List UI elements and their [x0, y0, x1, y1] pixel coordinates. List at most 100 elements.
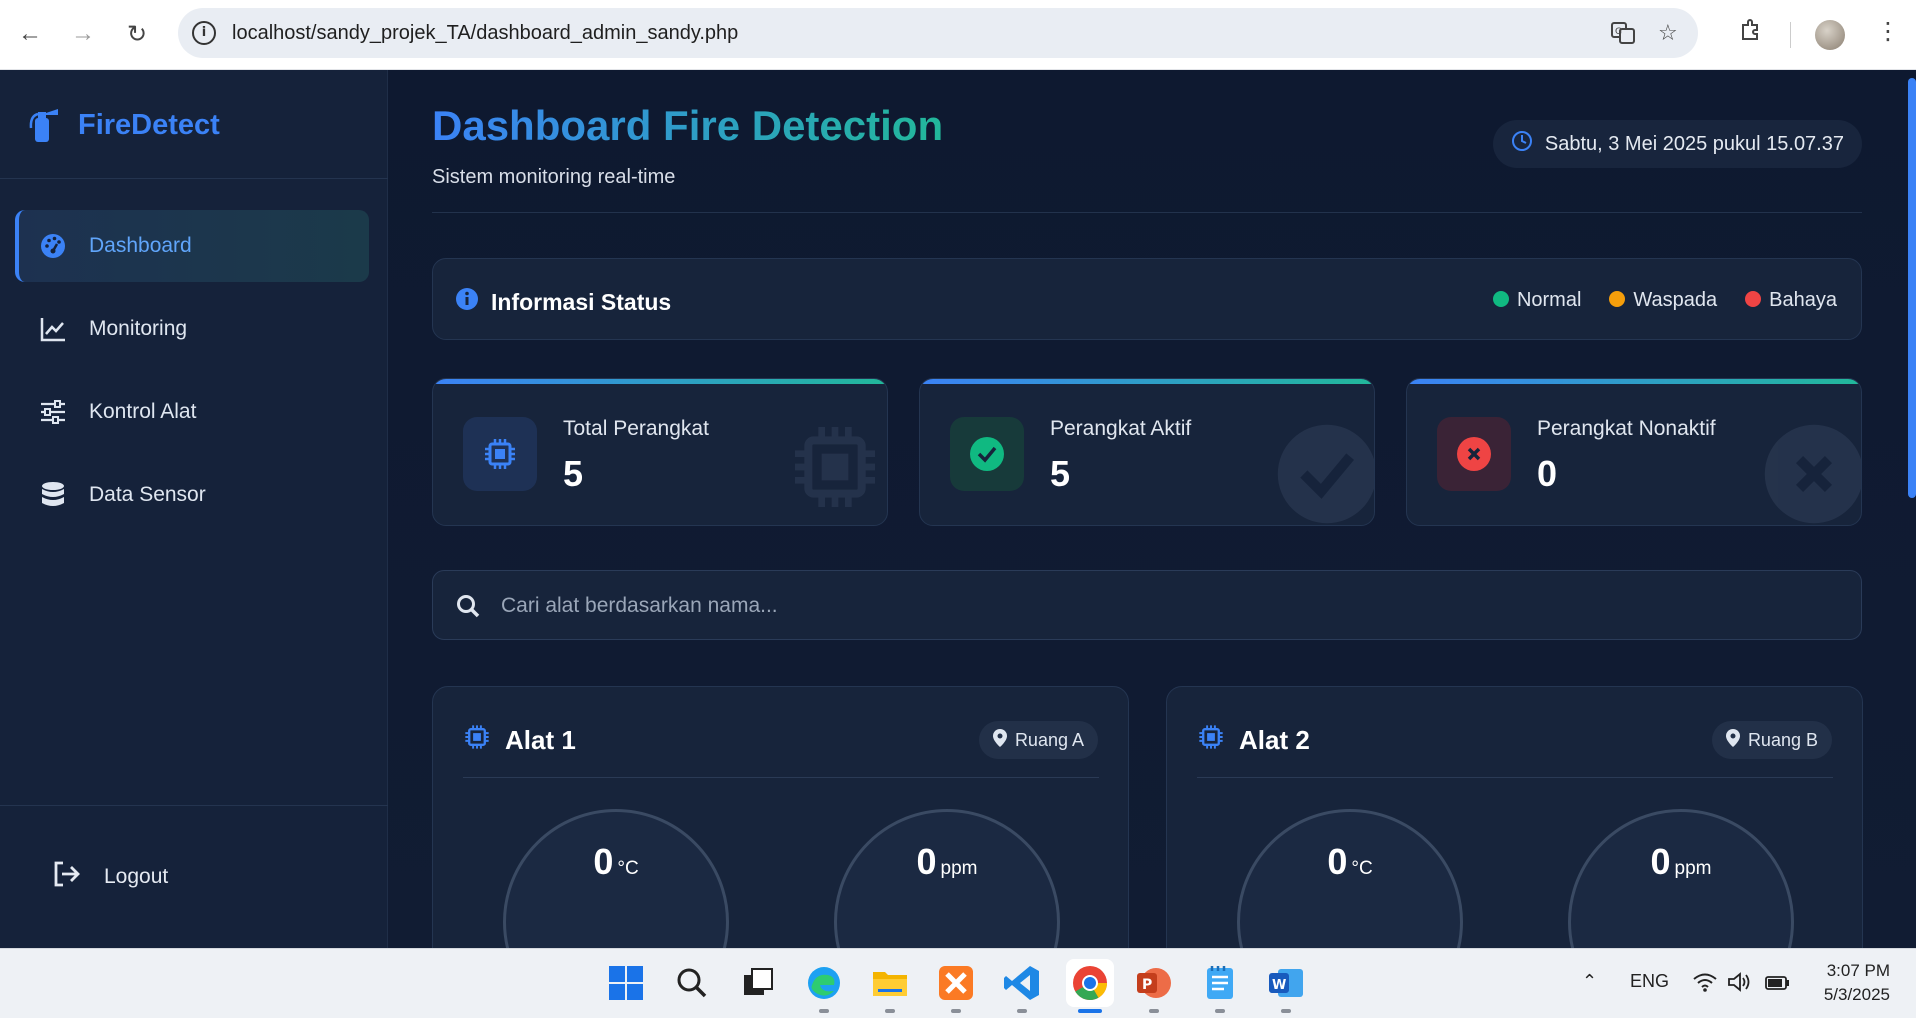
temperature-value: 0 °C [593, 841, 639, 882]
stat-value: 0 [1537, 453, 1558, 494]
address-bar[interactable]: i localhost/sandy_projek_TA/dashboard_ad… [178, 8, 1698, 58]
vscode-icon[interactable] [1002, 963, 1042, 1003]
brand-name: FireDetect [78, 108, 220, 141]
windows-start-icon[interactable] [606, 963, 646, 1003]
sidebar-item-kontrol-alat[interactable]: Kontrol Alat [15, 376, 369, 448]
chevron-up-icon[interactable]: ⌃ [1582, 971, 1597, 992]
url-text[interactable]: localhost/sandy_projek_TA/dashboard_admi… [232, 22, 738, 45]
running-indicator [819, 1009, 829, 1013]
chip-icon [1197, 723, 1225, 758]
forward-icon[interactable]: → [70, 17, 96, 51]
stat-value: 5 [1050, 453, 1071, 494]
device-header: Alat 2 [1197, 723, 1310, 758]
page-title: Dashboard Fire Detection [432, 102, 944, 149]
chip-icon [463, 723, 491, 758]
chart-line-icon [39, 315, 67, 343]
device-divider [1197, 777, 1833, 778]
stat-card-nonaktif: Perangkat Nonaktif 0 [1406, 378, 1862, 526]
logout-button[interactable]: Logout [52, 860, 168, 894]
svg-text:W: W [1272, 978, 1286, 993]
sidebar-item-monitoring[interactable]: Monitoring [15, 293, 369, 365]
card-accent-bar [433, 379, 887, 384]
powerpoint-icon[interactable]: P [1134, 963, 1174, 1003]
gas-value: 0 ppm [916, 841, 978, 882]
menu-kebab-icon[interactable]: ⋮ [1876, 17, 1900, 46]
device-card[interactable]: Alat 1 Ruang A 0 °C 0 ppm [432, 686, 1129, 948]
battery-icon[interactable] [1764, 971, 1792, 998]
file-explorer-icon[interactable] [870, 963, 910, 1003]
sidebar-item-dashboard[interactable]: Dashboard [15, 210, 369, 282]
location-badge: Ruang A [978, 721, 1098, 759]
svg-text:P: P [1142, 977, 1152, 993]
browser-toolbar: ← → ↻ i localhost/sandy_projek_TA/dashbo… [0, 0, 1916, 70]
device-card[interactable]: Alat 2 Ruang B 0 °C 0 ppm [1166, 686, 1863, 948]
os-taskbar: P W ⌃ ENG 3:07 PM 5/3/2025 [0, 948, 1916, 1018]
svg-text:G: G [1615, 27, 1622, 37]
device-name: Alat 2 [1239, 725, 1310, 755]
temperature-value: 0 °C [1327, 841, 1373, 882]
stat-label: Perangkat Nonaktif [1537, 417, 1716, 440]
legend-waspada: Waspada [1609, 289, 1717, 312]
status-info-panel: Informasi Status Normal Waspada Bahaya [432, 258, 1862, 340]
translate-icon[interactable]: G [1610, 20, 1636, 52]
check-circle-icon [950, 417, 1024, 491]
main-content: Dashboard Fire Detection Sistem monitori… [388, 70, 1916, 948]
bookmark-star-icon[interactable]: ☆ [1658, 20, 1678, 46]
notepad-icon[interactable] [1200, 963, 1240, 1003]
sidebar-item-label: Monitoring [89, 317, 188, 340]
edge-browser-icon[interactable] [804, 963, 844, 1003]
reload-icon[interactable]: ↻ [124, 17, 150, 51]
sliders-icon [39, 398, 67, 426]
volume-icon[interactable] [1726, 971, 1752, 998]
running-indicator [951, 1009, 961, 1013]
extensions-icon[interactable] [1738, 17, 1764, 50]
status-dot-icon [1492, 291, 1509, 307]
location-badge: Ruang B [1711, 721, 1832, 759]
stat-card-total: Total Perangkat 5 [432, 378, 888, 526]
profile-avatar[interactable] [1815, 20, 1845, 50]
sidebar-divider [0, 805, 388, 806]
xampp-icon[interactable] [936, 963, 976, 1003]
toolbar-divider [1790, 22, 1791, 48]
status-info-heading: Informasi Status [455, 287, 671, 317]
status-info-title: Informasi Status [491, 288, 672, 315]
search-icon [455, 593, 481, 624]
datetime-badge: Sabtu, 3 Mei 2025 pukul 15.07.37 [1492, 120, 1862, 168]
sidebar-item-label: Data Sensor [89, 483, 206, 506]
stat-label: Total Perangkat [563, 417, 709, 440]
sidebar-item-label: Dashboard [89, 234, 192, 257]
logout-label: Logout [104, 865, 169, 888]
word-icon[interactable]: W [1266, 963, 1306, 1003]
language-indicator[interactable]: ENG [1630, 971, 1669, 992]
back-icon[interactable]: ← [17, 17, 43, 51]
sidebar-item-data-sensor[interactable]: Data Sensor [15, 459, 369, 531]
search-icon[interactable] [672, 963, 712, 1003]
gas-value: 0 ppm [1650, 841, 1712, 882]
status-dot-icon [1609, 291, 1626, 307]
legend-bahaya: Bahaya [1745, 289, 1837, 312]
datetime-text: Sabtu, 3 Mei 2025 pukul 15.07.37 [1544, 132, 1844, 155]
header-divider [432, 212, 1862, 213]
chrome-icon[interactable] [1066, 959, 1114, 1007]
status-dot-icon [1745, 291, 1762, 307]
sidebar-divider [0, 178, 388, 179]
database-icon [39, 481, 67, 509]
task-view-icon[interactable] [738, 963, 778, 1003]
running-indicator [1017, 1009, 1027, 1013]
system-clock[interactable]: 3:07 PM 5/3/2025 [1824, 959, 1890, 1007]
running-indicator [1281, 1009, 1291, 1013]
location-text: Ruang A [1014, 729, 1084, 750]
device-header: Alat 1 [463, 723, 576, 758]
search-bar [432, 570, 1862, 640]
wifi-icon[interactable] [1692, 971, 1718, 998]
clock-date: 5/3/2025 [1823, 985, 1890, 1004]
site-info-icon[interactable]: i [192, 21, 216, 45]
gauge-icon [39, 232, 67, 260]
stat-card-aktif: Perangkat Aktif 5 [919, 378, 1375, 526]
chip-icon [463, 417, 537, 491]
scrollbar[interactable] [1908, 78, 1916, 498]
logout-icon [52, 860, 82, 894]
stat-value: 5 [563, 453, 584, 494]
search-input[interactable] [501, 585, 1801, 627]
brand[interactable]: FireDetect [26, 106, 220, 144]
